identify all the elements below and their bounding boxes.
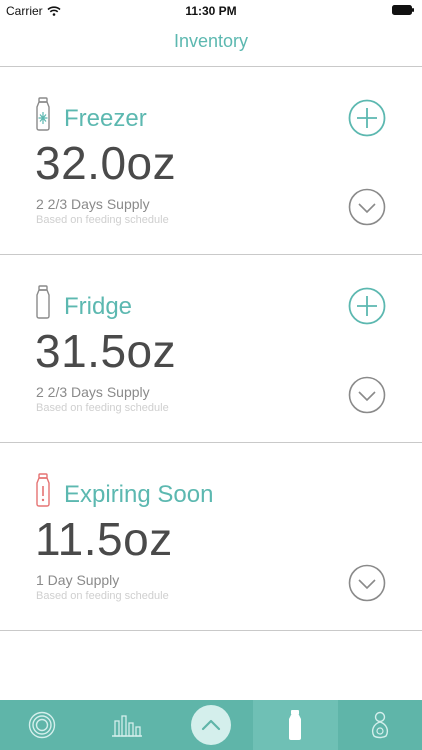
inventory-amount: 32.0oz — [35, 137, 177, 189]
days-supply: 1 Day Supply — [36, 572, 120, 588]
bar-chart-icon — [111, 715, 142, 737]
tab-profile[interactable] — [338, 700, 422, 750]
tab-stats[interactable] — [84, 700, 168, 750]
tab-dashboard[interactable] — [0, 700, 84, 750]
expand-fridge-button[interactable] — [348, 376, 386, 414]
inventory-section-expiring: Expiring Soon 11.5oz 1 Day Supply Based … — [0, 443, 422, 631]
tab-inventory[interactable] — [253, 700, 338, 750]
page-title: Inventory — [173, 31, 249, 51]
expiring-bottle-icon — [36, 473, 50, 507]
section-title: Expiring Soon — [64, 481, 214, 508]
inventory-section-freezer: Freezer 32.0oz 2 2/3 Days Supply Based o… — [0, 67, 422, 255]
inventory-amount: 31.5oz — [35, 325, 177, 377]
target-icon — [29, 711, 56, 739]
tab-add-entry[interactable] — [169, 700, 253, 750]
add-freezer-button[interactable] — [348, 99, 386, 137]
bottle-icon — [289, 710, 302, 740]
inventory-section-fridge: Fridge 31.5oz 2 2/3 Days Supply Based on… — [0, 255, 422, 443]
fridge-bottle-icon — [36, 285, 50, 319]
navigation-bar: Inventory — [0, 22, 422, 67]
supply-basis-note: Based on feeding schedule — [36, 590, 169, 602]
tab-bar — [0, 700, 422, 750]
expand-expiring-button[interactable] — [348, 564, 386, 602]
chevron-up-icon — [201, 719, 221, 731]
supply-basis-note: Based on feeding schedule — [36, 402, 169, 414]
supply-basis-note: Based on feeding schedule — [36, 214, 169, 226]
center-action-button[interactable] — [191, 705, 232, 745]
mother-baby-icon — [371, 711, 388, 739]
days-supply: 2 2/3 Days Supply — [36, 384, 150, 400]
battery-icon — [392, 5, 414, 15]
inventory-amount: 11.5oz — [35, 513, 173, 565]
add-fridge-button[interactable] — [348, 287, 386, 325]
expand-freezer-button[interactable] — [348, 188, 386, 226]
clock: 11:30 PM — [185, 4, 237, 18]
days-supply: 2 2/3 Days Supply — [36, 196, 150, 212]
section-title: Fridge — [64, 293, 133, 320]
freezer-bottle-icon — [36, 97, 50, 131]
section-title: Freezer — [64, 105, 147, 132]
status-bar: Carrier 11:30 PM — [0, 0, 422, 22]
